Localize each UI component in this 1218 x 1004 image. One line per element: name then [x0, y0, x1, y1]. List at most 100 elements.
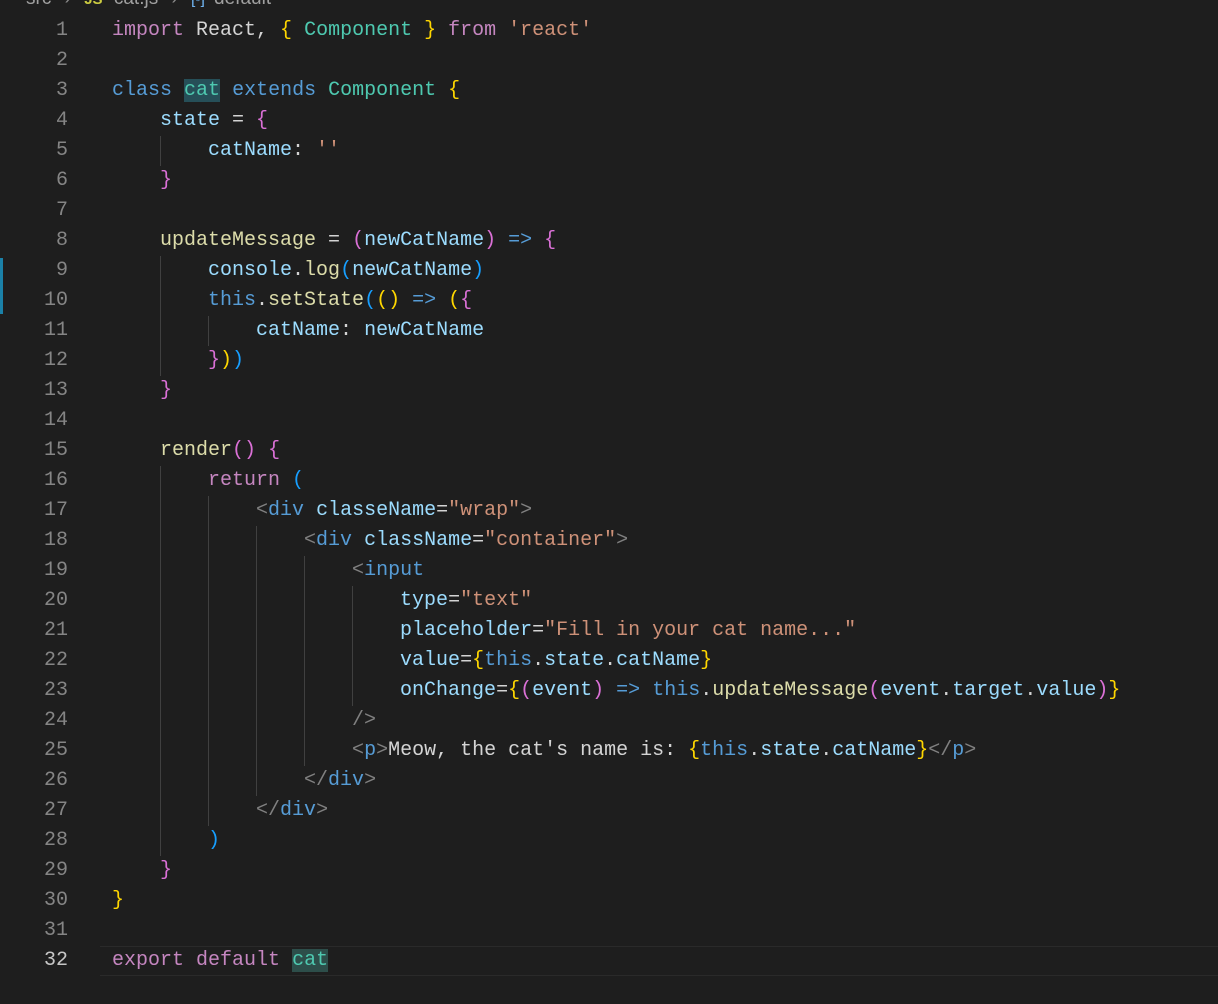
code-line[interactable]: 14 [0, 406, 1218, 436]
code-line[interactable]: 18 <div className="container"> [0, 526, 1218, 556]
code-line[interactable]: 8 updateMessage = (newCatName) => { [0, 226, 1218, 256]
line-number: 31 [43, 919, 68, 942]
code-token: "Fill in your cat name..." [544, 619, 857, 642]
code-token: console [208, 259, 293, 282]
line-number: 26 [43, 769, 68, 792]
code-token: . [256, 289, 269, 312]
code-line[interactable]: 19 <input [0, 556, 1218, 586]
code-line[interactable]: 17 <div classeName="wrap"> [0, 496, 1218, 526]
code-token: > [616, 529, 629, 552]
code-text: import React, { Component } from 'react' [112, 16, 592, 46]
chevron-right-icon: › [172, 0, 178, 10]
code-line[interactable]: 13 } [0, 376, 1218, 406]
code-line[interactable]: 31 [0, 916, 1218, 946]
line-number: 15 [43, 439, 68, 462]
line-number: 17 [43, 499, 68, 522]
code-line[interactable]: 9 console.log(newCatName) [0, 256, 1218, 286]
code-line[interactable]: 11 catName: newCatName [0, 316, 1218, 346]
code-line[interactable]: 21 placeholder="Fill in your cat name...… [0, 616, 1218, 646]
code-token: from [448, 19, 497, 42]
code-line[interactable]: 32 export default cat [0, 946, 1218, 976]
code-line[interactable]: 16 return ( [0, 466, 1218, 496]
code-line[interactable]: 4 state = { [0, 106, 1218, 136]
code-token: { [508, 679, 521, 702]
code-token: < [352, 739, 365, 762]
breadcrumb: src › JS cat.js › [◦] default [26, 0, 271, 10]
code-line[interactable]: 28 ) [0, 826, 1218, 856]
code-token: state [760, 739, 821, 762]
code-line[interactable]: 30} [0, 886, 1218, 916]
line-number: 2 [55, 49, 68, 72]
breadcrumb-file[interactable]: cat.js [114, 0, 158, 10]
line-number: 6 [55, 169, 68, 192]
code-line[interactable]: 7 [0, 196, 1218, 226]
code-text: } [112, 856, 172, 886]
code-text: <p>Meow, the cat's name is: {this.state.… [112, 736, 976, 766]
breadcrumb-folder[interactable]: src [26, 0, 51, 10]
code-line[interactable]: 25 <p>Meow, the cat's name is: {this.sta… [0, 736, 1218, 766]
code-line[interactable]: 10 this.setState(() => ({ [0, 286, 1218, 316]
code-line[interactable]: 1 import React, { Component } from 'react… [0, 16, 1218, 46]
code-line[interactable]: 23 onChange={(event) => this.updateMessa… [0, 676, 1218, 706]
code-text: placeholder="Fill in your cat name..." [112, 616, 856, 646]
code-text: </div> [112, 766, 376, 796]
code-line[interactable]: 15 render() { [0, 436, 1218, 466]
code-token: class [112, 79, 173, 102]
line-number: 20 [43, 589, 68, 612]
chevron-right-icon: › [65, 0, 71, 10]
code-token: ) [232, 349, 245, 372]
code-token: { [280, 19, 293, 42]
code-token: updateMessage [712, 679, 869, 702]
code-token: ( [868, 679, 881, 702]
code-line[interactable]: 24 /> [0, 706, 1218, 736]
code-line[interactable]: 27 </div> [0, 796, 1218, 826]
line-number: 30 [43, 889, 68, 912]
code-line[interactable]: 12 })) [0, 346, 1218, 376]
code-token: event [532, 679, 593, 702]
code-line[interactable]: 20 type="text" [0, 586, 1218, 616]
code-token: { [256, 109, 269, 132]
code-token: } [700, 649, 713, 672]
code-token: ( [292, 469, 305, 492]
code-token: this [652, 679, 701, 702]
code-text: export default cat [112, 946, 329, 976]
code-token: } [208, 349, 221, 372]
line-number: 23 [43, 679, 68, 702]
code-line[interactable]: 2 [0, 46, 1218, 76]
code-token: catName [208, 139, 293, 162]
code-token: ) [484, 229, 497, 252]
code-token: input [364, 559, 425, 582]
line-number: 14 [43, 409, 68, 432]
code-token: setState [268, 289, 365, 312]
code-token: state [160, 109, 221, 132]
code-editor[interactable]: 1 import React, { Component } from 'react… [0, 16, 1218, 1004]
code-token: => [616, 679, 641, 702]
code-line[interactable]: 5 catName: '' [0, 136, 1218, 166]
code-token: < [304, 529, 317, 552]
code-line[interactable]: 3 class cat extends Component { [0, 76, 1218, 106]
code-token: catName [256, 319, 341, 342]
code-token: { [460, 289, 473, 312]
code-token: : [292, 139, 317, 162]
code-text: render() { [112, 436, 280, 466]
code-token: = [220, 109, 257, 132]
breadcrumb-symbol[interactable]: default [214, 0, 271, 10]
code-line[interactable]: 22 value={this.state.catName} [0, 646, 1218, 676]
code-line[interactable]: 26 </div> [0, 766, 1218, 796]
code-line[interactable]: 6 } [0, 166, 1218, 196]
line-number: 9 [55, 259, 68, 282]
code-text: } [112, 166, 172, 196]
code-line[interactable]: 29 } [0, 856, 1218, 886]
code-token: /> [352, 709, 377, 732]
